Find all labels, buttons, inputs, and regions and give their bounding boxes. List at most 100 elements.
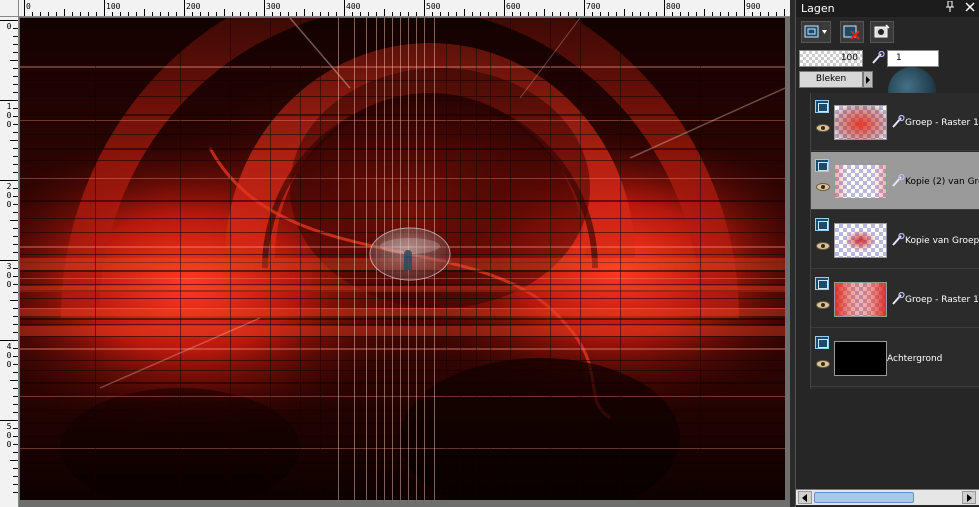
ruler-minor-tick <box>568 12 569 16</box>
ruler-minor-tick <box>400 12 401 16</box>
ruler-minor-tick <box>13 268 18 269</box>
ruler-minor-tick <box>696 12 697 16</box>
layer-thumbnail <box>834 282 887 317</box>
mask-button[interactable] <box>870 21 894 43</box>
ruler-minor-tick <box>784 9 785 16</box>
ruler-minor-tick <box>72 12 73 16</box>
layer-name: Groep - Raster 1 Sa <box>905 295 979 305</box>
ruler-vertical[interactable]: 0 1 0 0 2 0 0 3 0 0 4 0 0 5 0 0 <box>0 17 19 507</box>
scroll-thumb[interactable] <box>814 492 914 503</box>
layer-thumbnail <box>834 105 887 140</box>
ruler-minor-tick <box>88 12 89 16</box>
ruler-minor-tick <box>376 12 377 16</box>
ruler-minor-tick <box>56 12 57 16</box>
new-raster-layer-button[interactable] <box>801 21 831 43</box>
ruler-minor-tick <box>728 12 729 16</box>
ruler-label: 400 <box>346 2 361 11</box>
pin-icon[interactable] <box>944 0 956 15</box>
ruler-minor-tick <box>10 300 18 301</box>
ruler-minor-tick <box>13 308 18 309</box>
ruler-label: 5 0 0 <box>6 422 12 449</box>
canvas-image[interactable] <box>20 18 785 500</box>
ruler-minor-tick <box>13 124 18 125</box>
ruler-minor-tick <box>552 12 553 16</box>
ruler-minor-tick <box>13 364 18 365</box>
palette-titlebar[interactable]: Lagen <box>796 0 979 17</box>
ruler-minor-tick <box>13 76 18 77</box>
palette-scrollbar[interactable] <box>796 489 979 505</box>
ruler-minor-tick <box>13 292 18 293</box>
ruler-minor-tick <box>13 84 18 85</box>
layer-thumbnail <box>834 164 887 199</box>
ruler-major-tick <box>0 100 18 101</box>
link-icon[interactable] <box>871 51 885 65</box>
ruler-minor-tick <box>13 428 18 429</box>
eye-visibility-icon[interactable] <box>816 360 830 368</box>
ruler-minor-tick <box>13 388 18 389</box>
layer-row[interactable]: Achtergrond <box>811 329 979 387</box>
link-set-field[interactable]: 1 <box>887 50 939 67</box>
raster-layer-icon <box>815 159 829 172</box>
eye-visibility-icon[interactable] <box>816 301 830 309</box>
scroll-left-icon[interactable] <box>798 491 812 504</box>
layer-row[interactable]: Groep - Raster 1 <box>811 93 979 151</box>
raster-layer-icon <box>815 336 829 349</box>
ruler-minor-tick <box>384 9 385 16</box>
ruler-minor-tick <box>456 12 457 16</box>
layer-name: Groep - Raster 1 <box>905 118 979 128</box>
ruler-minor-tick <box>13 332 18 333</box>
close-icon[interactable] <box>964 1 976 15</box>
layer-row[interactable]: Groep - Raster 1 Sa <box>811 270 979 328</box>
ruler-minor-tick <box>352 12 353 16</box>
ruler-minor-tick <box>13 372 18 373</box>
ruler-minor-tick <box>13 452 18 453</box>
watermark-logo-icon <box>369 227 451 281</box>
blend-mode-arrow-icon[interactable] <box>863 71 873 88</box>
delete-layer-button[interactable] <box>840 21 864 43</box>
ruler-minor-tick <box>328 12 329 16</box>
eye-visibility-icon[interactable] <box>816 242 830 250</box>
ruler-minor-tick <box>32 12 33 16</box>
opacity-field[interactable]: 100 <box>799 50 863 67</box>
ruler-minor-tick <box>112 12 113 16</box>
link-icon[interactable] <box>891 233 905 247</box>
ruler-major-tick <box>0 260 18 261</box>
ruler-minor-tick <box>520 12 521 16</box>
ruler-minor-tick <box>64 9 65 16</box>
layers-list: Groep - Raster 1 Kopie (2) van Groep - Ra… <box>810 93 979 389</box>
ruler-minor-tick <box>336 12 337 16</box>
ruler-minor-tick <box>160 12 161 16</box>
eye-visibility-icon[interactable] <box>816 124 830 132</box>
ruler-minor-tick <box>13 36 18 37</box>
ruler-minor-tick <box>13 284 18 285</box>
link-icon[interactable] <box>891 115 905 129</box>
ruler-horizontal[interactable]: 0 100 200 300 400 500 600 700 800 900 <box>19 0 790 17</box>
ruler-minor-tick <box>13 116 18 117</box>
ruler-minor-tick <box>280 12 281 16</box>
ruler-minor-tick <box>448 12 449 16</box>
ruler-minor-tick <box>168 12 169 16</box>
layer-row[interactable]: Kopie van Groep - Raster 1 <box>811 211 979 269</box>
ruler-minor-tick <box>13 412 18 413</box>
blend-mode-select[interactable]: Bleken <box>799 71 863 88</box>
ruler-minor-tick <box>440 12 441 16</box>
layer-row[interactable]: Kopie (2) van Groep - Raster 1 <box>811 152 979 210</box>
ruler-major-tick <box>0 420 18 421</box>
ruler-minor-tick <box>272 12 273 16</box>
delete-layer-icon <box>843 25 860 40</box>
ruler-minor-tick <box>13 236 18 237</box>
eye-visibility-icon[interactable] <box>816 183 830 191</box>
ruler-label: 200 <box>186 2 201 11</box>
link-icon[interactable] <box>891 292 905 306</box>
raster-layer-icon <box>815 100 829 113</box>
ruler-minor-tick <box>648 12 649 16</box>
mask-icon <box>874 24 890 38</box>
link-icon[interactable] <box>891 174 905 188</box>
ruler-minor-tick <box>624 9 625 16</box>
ruler-major-tick <box>24 0 25 16</box>
ruler-minor-tick <box>608 12 609 16</box>
scroll-right-icon[interactable] <box>962 491 976 504</box>
ruler-minor-tick <box>80 12 81 16</box>
canvas-artwork <box>20 18 785 500</box>
ruler-minor-tick <box>13 204 18 205</box>
